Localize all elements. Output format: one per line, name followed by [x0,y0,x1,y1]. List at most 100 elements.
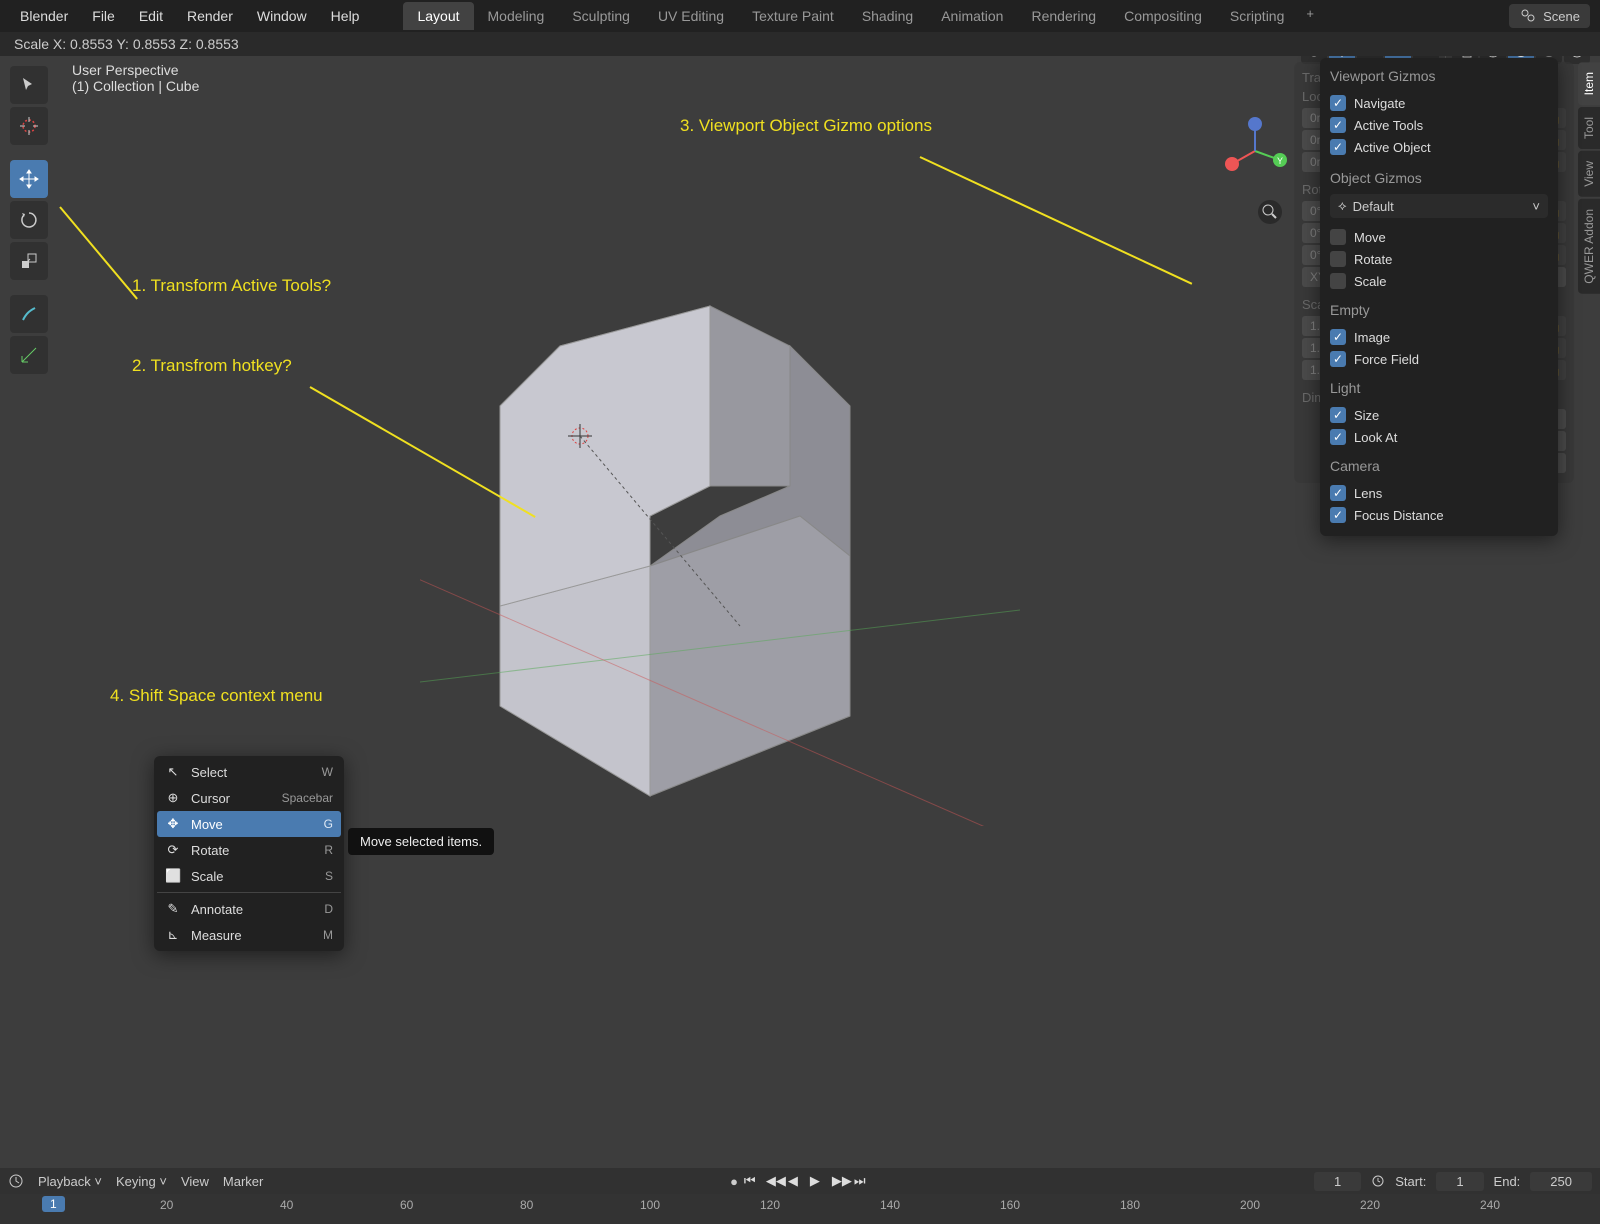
menu-annotate[interactable]: ✎AnnotateD [157,896,341,922]
annotation-3: 3. Viewport Object Gizmo options [680,116,932,136]
tab-uv-editing[interactable]: UV Editing [644,2,738,30]
menu-select[interactable]: ↖SelectW [157,759,341,785]
tick: 80 [520,1198,533,1212]
left-toolbar [10,66,48,374]
keying-menu[interactable]: Keying ˅ [116,1174,167,1189]
menu-move[interactable]: ✥MoveG [157,811,341,837]
camera-label: Camera [1330,458,1548,474]
end-frame[interactable]: 250 [1530,1172,1592,1191]
sidetab-item[interactable]: Item [1578,62,1600,105]
sidetab-tool[interactable]: Tool [1578,107,1600,149]
clock-icon[interactable] [1371,1174,1385,1188]
3d-viewport[interactable]: ˅ ˅ User Perspective (1) Collection | Cu… [0,56,1600,1168]
empty-label: Empty [1330,302,1548,318]
tool-move[interactable] [10,160,48,198]
scale-icon: ⬜ [165,868,181,884]
shift-space-menu: ↖SelectW ⊕CursorSpacebar ✥MoveG ⟳RotateR… [154,756,344,951]
cursor-icon: ⊕ [165,790,181,806]
scene-icon [1519,7,1537,25]
menu-file[interactable]: File [82,4,125,28]
tool-measure[interactable] [10,336,48,374]
axis-nav-gizmo[interactable]: Y [1220,116,1290,186]
marker-menu[interactable]: Marker [223,1174,263,1189]
move-icon: ✥ [165,816,181,832]
autokey-icon[interactable]: ● [730,1174,738,1189]
menu-measure[interactable]: ⊾MeasureM [157,922,341,948]
tab-rendering[interactable]: Rendering [1017,2,1110,30]
menu-window[interactable]: Window [247,4,317,28]
playback-menu[interactable]: Playback ˅ [38,1174,102,1189]
tool-scale[interactable] [10,242,48,280]
menu-scale[interactable]: ⬜ScaleS [157,863,341,889]
tab-texture-paint[interactable]: Texture Paint [738,2,848,30]
timeline-ruler[interactable]: 1 20 40 60 80 100 120 140 160 180 200 22… [0,1194,1600,1224]
tab-shading[interactable]: Shading [848,2,927,30]
chk-rotate[interactable]: Rotate [1330,248,1548,270]
tooltip-move: Move selected items. [348,828,494,855]
menu-edit[interactable]: Edit [129,4,173,28]
tool-annotate[interactable] [10,295,48,333]
chk-scale[interactable]: Scale [1330,270,1548,292]
chk-force-field[interactable]: ✓Force Field [1330,348,1548,370]
chk-move[interactable]: Move [1330,226,1548,248]
timeline-header: Playback ˅ Keying ˅ View Marker ● ⏮ ◀◀ ◀… [0,1168,1600,1194]
tick: 220 [1360,1198,1380,1212]
view-menu[interactable]: View [181,1174,209,1189]
top-menubar: Blender File Edit Render Window Help Lay… [0,0,1600,32]
tick: 180 [1120,1198,1140,1212]
annotation-1: 1. Transform Active Tools? [132,276,331,296]
viewport-gizmos-popup: Viewport Gizmos ✓Navigate ✓Active Tools … [1320,58,1558,536]
play-icon[interactable]: ▶ [810,1173,826,1189]
jump-end-icon[interactable]: ⏭ [854,1173,870,1189]
menu-render[interactable]: Render [177,4,243,28]
menu-cursor[interactable]: ⊕CursorSpacebar [157,785,341,811]
3d-mesh-cube[interactable] [420,286,1020,826]
tick: 160 [1000,1198,1020,1212]
menu-help[interactable]: Help [321,4,370,28]
chk-focus-distance[interactable]: ✓Focus Distance [1330,504,1548,526]
current-frame[interactable]: 1 [1314,1172,1361,1191]
timeline-editor-icon[interactable] [8,1173,24,1189]
tab-modeling[interactable]: Modeling [474,2,559,30]
scene-selector[interactable]: Scene [1509,4,1590,28]
menu-rotate[interactable]: ⟳RotateR [157,837,341,863]
tab-layout[interactable]: Layout [403,2,473,30]
add-workspace-button[interactable]: + [1298,2,1322,30]
menu-blender[interactable]: Blender [10,4,78,28]
chk-lens[interactable]: ✓Lens [1330,482,1548,504]
orientation-select[interactable]: ⟡Default ˅ [1330,194,1548,218]
chk-size[interactable]: ✓Size [1330,404,1548,426]
chk-active-object[interactable]: ✓Active Object [1330,136,1548,158]
transform-status: Scale X: 0.8553 Y: 0.8553 Z: 0.8553 [14,36,239,52]
chk-image[interactable]: ✓Image [1330,326,1548,348]
prev-key-icon[interactable]: ◀◀ [766,1173,782,1189]
chk-active-tools[interactable]: ✓Active Tools [1330,114,1548,136]
tool-rotate[interactable] [10,201,48,239]
start-frame[interactable]: 1 [1436,1172,1483,1191]
playhead[interactable]: 1 [42,1196,65,1212]
chk-look-at[interactable]: ✓Look At [1330,426,1548,448]
light-label: Light [1330,380,1548,396]
play-reverse-icon[interactable]: ◀ [788,1173,804,1189]
next-key-icon[interactable]: ▶▶ [832,1173,848,1189]
sidetab-view[interactable]: View [1578,151,1600,197]
orientation-icon: ⟡ [1338,198,1347,214]
workspace-tabs: Layout Modeling Sculpting UV Editing Tex… [403,2,1322,30]
tool-cursor[interactable] [10,107,48,145]
tab-scripting[interactable]: Scripting [1216,2,1298,30]
rotate-icon: ⟳ [165,842,181,858]
info-perspective: User Perspective [72,62,199,78]
zoom-nav-icon[interactable] [1256,198,1284,226]
chk-navigate[interactable]: ✓Navigate [1330,92,1548,114]
status-bar: Scale X: 0.8553 Y: 0.8553 Z: 0.8553 [0,32,1600,56]
sidetab-qwer[interactable]: QWER Addon [1578,199,1600,294]
tool-select[interactable] [10,66,48,104]
tick: 200 [1240,1198,1260,1212]
tab-animation[interactable]: Animation [927,2,1017,30]
jump-start-icon[interactable]: ⏮ [744,1173,760,1189]
tab-sculpting[interactable]: Sculpting [558,2,644,30]
tab-compositing[interactable]: Compositing [1110,2,1216,30]
timeline: Playback ˅ Keying ˅ View Marker ● ⏮ ◀◀ ◀… [0,1168,1600,1224]
annotation-2: 2. Transfrom hotkey? [132,356,292,376]
tick: 40 [280,1198,293,1212]
